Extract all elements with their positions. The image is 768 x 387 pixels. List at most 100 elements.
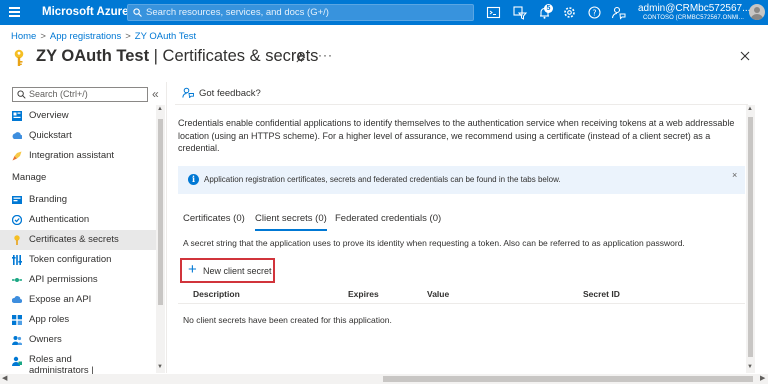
- main-scrollbar[interactable]: ▲ ▼: [746, 105, 755, 373]
- sidebar-item-authentication[interactable]: Authentication: [0, 210, 156, 230]
- new-client-secret-label: New client secret: [203, 266, 272, 276]
- sidebar-item-label: Integration assistant: [29, 150, 115, 161]
- collapse-nav-button[interactable]: «: [152, 87, 159, 101]
- sidebar-item-integration-assistant[interactable]: Integration assistant: [0, 146, 156, 166]
- notification-badge: 5: [544, 4, 553, 13]
- avatar[interactable]: [749, 4, 765, 20]
- secrets-table-header: Description Expires Value Secret ID: [178, 287, 745, 304]
- roles-icon: [12, 356, 22, 366]
- horizontal-scroll-thumb[interactable]: [383, 376, 753, 382]
- quickstart-icon: [12, 132, 22, 139]
- nav-search-input[interactable]: Search (Ctrl+/): [12, 87, 148, 102]
- branding-icon: [12, 196, 22, 204]
- info-banner: i Application registration certificates,…: [178, 166, 745, 194]
- sidebar-item-token-configuration[interactable]: Token configuration: [0, 250, 156, 270]
- sidebar-item-label: Overview: [29, 110, 69, 121]
- column-header-expires[interactable]: Expires: [348, 289, 379, 299]
- feedback-icon[interactable]: [611, 5, 626, 20]
- more-options-button[interactable]: ···: [318, 48, 333, 62]
- scroll-down-icon[interactable]: ▼: [747, 364, 753, 370]
- sidebar-item-overview[interactable]: Overview: [0, 106, 156, 126]
- sidebar-item-label: Token configuration: [29, 254, 112, 265]
- authentication-icon: [12, 215, 22, 225]
- scroll-up-icon[interactable]: ▲: [157, 106, 163, 112]
- sidebar-item-owners[interactable]: Owners: [0, 330, 156, 350]
- scroll-right-icon[interactable]: ▶: [760, 374, 765, 382]
- search-icon: [17, 90, 26, 99]
- token-icon: [12, 255, 22, 265]
- column-header-value[interactable]: Value: [427, 289, 449, 299]
- breadcrumb: Home > App registrations > ZY OAuth Test: [11, 31, 197, 42]
- sidebar-item-label: Quickstart: [29, 130, 72, 141]
- close-icon[interactable]: [740, 51, 750, 61]
- sidebar-item-label: Expose an API: [29, 294, 92, 305]
- sidebar-item-app-roles[interactable]: App roles: [0, 310, 156, 330]
- cloud-icon: [12, 296, 22, 304]
- app-roles-icon: [12, 315, 22, 325]
- new-client-secret-button[interactable]: + New client secret: [180, 258, 275, 283]
- sidebar-nav: Overview Quickstart Integration assistan…: [0, 106, 156, 387]
- sidebar-item-branding[interactable]: Branding: [0, 190, 156, 210]
- main-scroll-thumb[interactable]: [748, 117, 753, 357]
- help-icon[interactable]: ?: [587, 5, 602, 20]
- rocket-icon: [12, 151, 22, 161]
- page-title-app: ZY OAuth Test: [36, 47, 150, 65]
- top-bar: Microsoft Azure Search resources, servic…: [0, 0, 768, 25]
- pane-divider: [166, 82, 167, 373]
- feedback-button[interactable]: Got feedback?: [182, 87, 261, 99]
- svg-text:?: ?: [592, 9, 596, 18]
- info-icon: i: [188, 174, 199, 185]
- page-title-separator: |: [149, 47, 163, 65]
- cloud-shell-icon[interactable]: [486, 5, 501, 20]
- scroll-down-icon[interactable]: ▼: [157, 364, 163, 370]
- sidebar-section-manage: Manage: [12, 172, 47, 183]
- plus-icon: +: [188, 261, 197, 278]
- tab-certificates[interactable]: Certificates (0): [183, 213, 245, 224]
- sidebar-item-label: API permissions: [29, 274, 98, 285]
- nav-scrollbar[interactable]: ▲ ▼: [156, 105, 165, 373]
- column-header-secret-id[interactable]: Secret ID: [583, 289, 620, 299]
- pin-icon[interactable]: [296, 52, 307, 63]
- breadcrumb-app[interactable]: ZY OAuth Test: [135, 31, 196, 42]
- credentials-description: Credentials enable confidential applicat…: [178, 118, 735, 153]
- column-header-description[interactable]: Description: [193, 289, 240, 299]
- feedback-label: Got feedback?: [199, 88, 261, 99]
- dismiss-banner-button[interactable]: ×: [732, 170, 737, 180]
- sidebar-item-label: Certificates & secrets: [29, 234, 119, 245]
- brand-label[interactable]: Microsoft Azure: [42, 6, 128, 18]
- sidebar-item-label: Branding: [29, 194, 68, 205]
- breadcrumb-app-registrations[interactable]: App registrations: [50, 31, 121, 42]
- feedback-icon: [182, 87, 194, 99]
- sidebar-item-label: App roles: [29, 314, 70, 325]
- owners-icon: [12, 336, 22, 345]
- info-banner-text: Application registration certificates, s…: [204, 175, 561, 184]
- nav-search-placeholder: Search (Ctrl+/): [29, 89, 88, 99]
- gear-icon[interactable]: [562, 5, 577, 20]
- horizontal-scrollbar[interactable]: ◀ ▶: [0, 374, 768, 384]
- directory-filter-icon[interactable]: [512, 5, 527, 20]
- global-search-input[interactable]: Search resources, services, and docs (G+…: [127, 4, 474, 21]
- overview-icon: [12, 111, 22, 121]
- tab-client-secrets[interactable]: Client secrets (0): [255, 213, 327, 231]
- sidebar-item-label: Owners: [29, 334, 62, 345]
- key-icon: [14, 49, 24, 66]
- breadcrumb-home[interactable]: Home: [11, 31, 36, 42]
- tab-federated-credentials[interactable]: Federated credentials (0): [335, 213, 441, 224]
- account-menu[interactable]: admin@CRMbc572567.... CONTOSO (CRMBC5725…: [638, 3, 754, 21]
- account-tenant: CONTOSO (CRMBC572567.ONMI...: [642, 15, 744, 21]
- portal-menu-icon[interactable]: [9, 7, 20, 17]
- sidebar-item-quickstart[interactable]: Quickstart: [0, 126, 156, 146]
- sidebar-item-expose-an-api[interactable]: Expose an API: [0, 290, 156, 310]
- sidebar-item-label: Authentication: [29, 214, 90, 225]
- scroll-left-icon[interactable]: ◀: [2, 374, 7, 382]
- sidebar-item-certificates-secrets[interactable]: Certificates & secrets: [0, 230, 156, 250]
- divider: [175, 104, 748, 105]
- sidebar-item-api-permissions[interactable]: API permissions: [0, 270, 156, 290]
- api-permissions-icon: [12, 278, 22, 282]
- scroll-up-icon[interactable]: ▲: [747, 106, 753, 112]
- nav-scroll-thumb[interactable]: [158, 119, 163, 305]
- client-secret-hint: A secret string that the application use…: [183, 238, 685, 248]
- key-icon: [14, 235, 20, 245]
- empty-state-message: No client secrets have been created for …: [183, 315, 392, 325]
- account-user: admin@CRMbc572567....: [638, 3, 754, 14]
